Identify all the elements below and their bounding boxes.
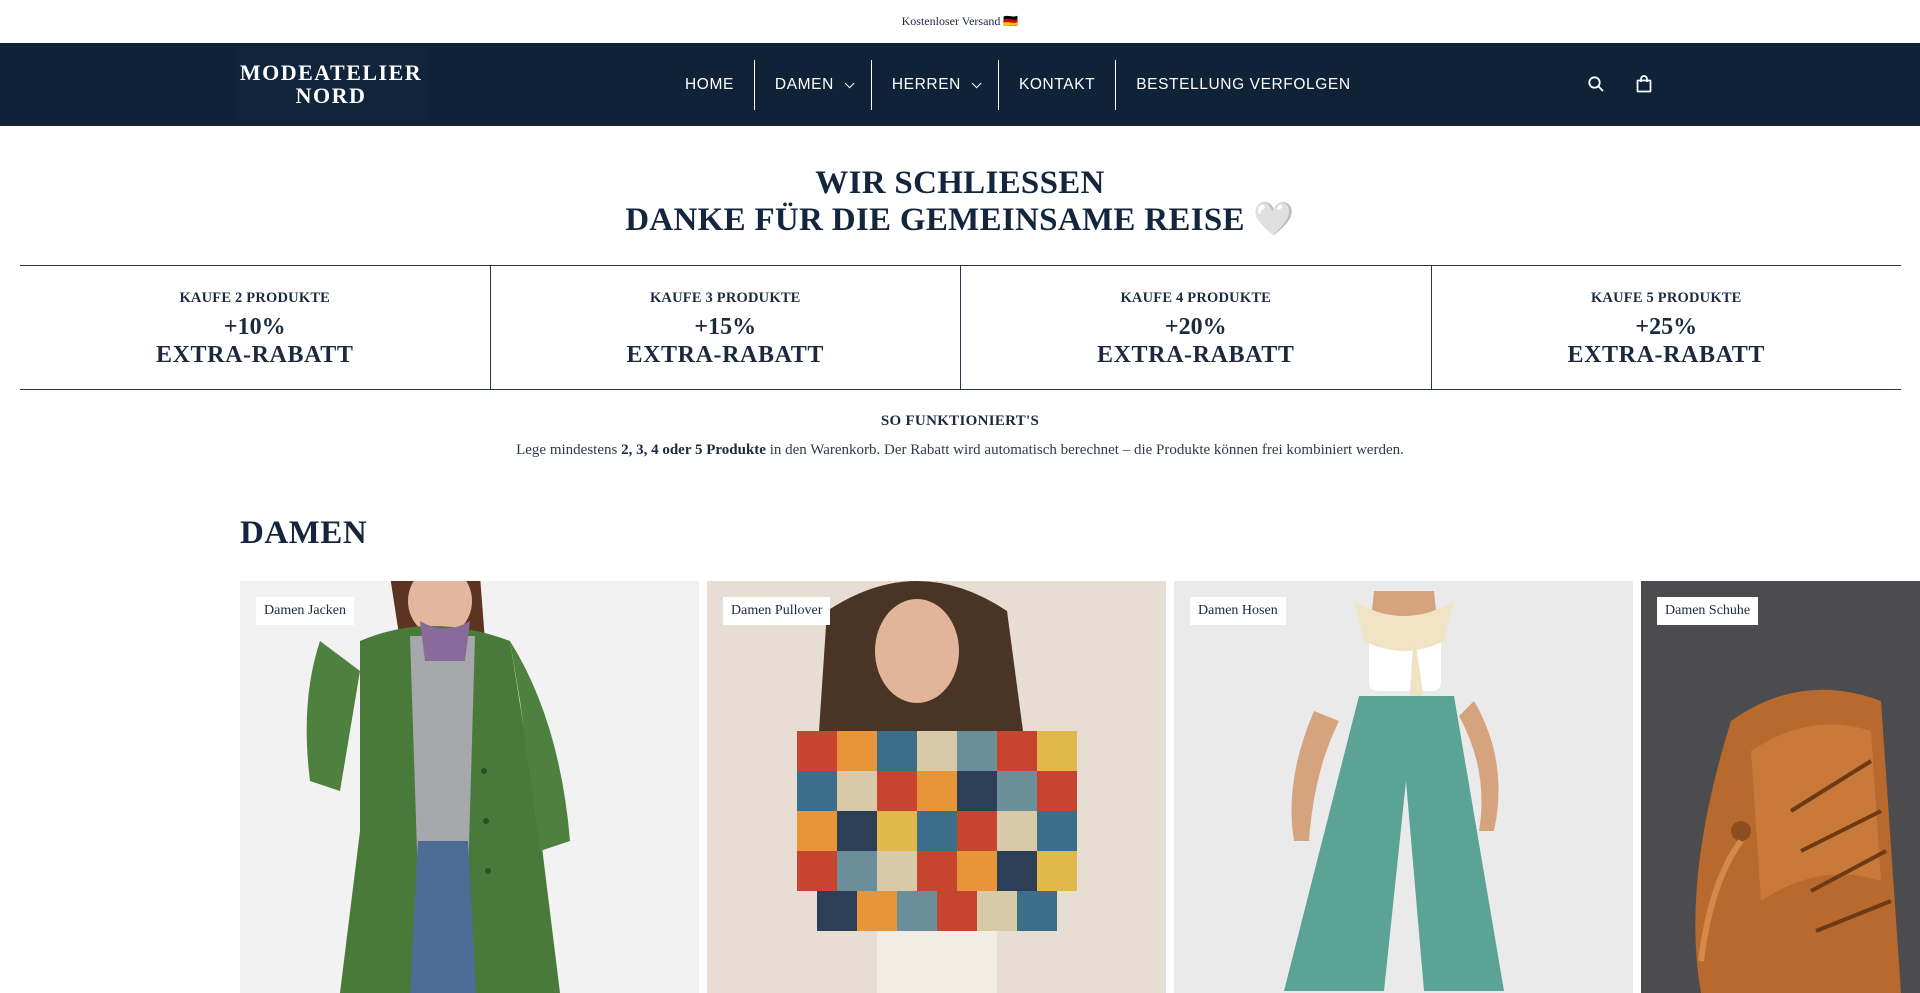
brand-line-2: NORD: [295, 83, 367, 108]
nav-item-damen[interactable]: DAMEN: [753, 60, 871, 110]
nav-label: BESTELLUNG VERFOLGEN: [1136, 76, 1351, 93]
product-image-sweater: [707, 581, 1166, 993]
tier-label: KAUFE 5 PRODUKTE: [1590, 290, 1742, 306]
tier-label: KAUFE 4 PRODUKTE: [1120, 290, 1272, 306]
tier-extra: EXTRA-RABATT: [626, 342, 824, 368]
tier-percent: +10%: [223, 314, 286, 340]
discount-tier: KAUFE 3 PRODUKTE +15% EXTRA-RABATT: [489, 266, 961, 389]
nav-item-home[interactable]: HOME: [665, 60, 754, 110]
closing-hero: WIR SCHLIESSEN DANKE FÜR DIE GEMEINSAME …: [0, 165, 1920, 239]
cart-button[interactable]: [1632, 72, 1656, 96]
how-text-post: in den Warenkorb. Der Rabatt wird automa…: [765, 442, 1404, 458]
card-label: Damen Pullover: [723, 597, 831, 625]
brand-logo[interactable]: MODEATELIER NORD: [236, 49, 426, 119]
primary-nav: HOME DAMEN HERREN KONTAKT BESTELLUNG VER…: [665, 60, 1371, 110]
tier-label: KAUFE 3 PRODUKTE: [649, 290, 801, 306]
category-card-jacken[interactable]: Damen Jacken: [240, 581, 699, 993]
tier-percent: +15%: [694, 314, 757, 340]
announcement-bar: Kostenloser Versand 🇩🇪: [0, 0, 1920, 43]
chevron-down-icon: [844, 77, 855, 88]
brand-line-1: MODEATELIER: [239, 60, 423, 85]
category-card-pullover[interactable]: Damen Pullover: [707, 581, 1166, 993]
nav-item-bestellung-verfolgen[interactable]: BESTELLUNG VERFOLGEN: [1115, 60, 1370, 110]
category-cards: Damen Jacken Damen Pullover Damen Hosen …: [240, 581, 1920, 993]
section-title-damen: DAMEN: [240, 515, 368, 551]
hero-line-1: WIR SCHLIESSEN: [815, 165, 1105, 201]
tier-extra: EXTRA-RABATT: [156, 342, 354, 368]
how-it-works-title: SO FUNKTIONIERT'S: [880, 413, 1040, 429]
product-image-trousers: [1174, 581, 1633, 993]
nav-label: DAMEN: [774, 76, 834, 93]
category-card-schuhe[interactable]: Damen Schuhe: [1641, 581, 1920, 993]
tier-extra: EXTRA-RABATT: [1567, 342, 1765, 368]
card-label: Damen Schuhe: [1657, 597, 1759, 625]
announcement-text: Kostenloser Versand 🇩🇪: [901, 14, 1019, 28]
discount-tiers: KAUFE 2 PRODUKTE +10% EXTRA-RABATT KAUFE…: [20, 265, 1901, 390]
how-it-works-text: Lege mindestens 2, 3, 4 oder 5 Produkte …: [0, 442, 1920, 459]
tier-extra: EXTRA-RABATT: [1097, 342, 1295, 368]
discount-tier: KAUFE 5 PRODUKTE +25% EXTRA-RABATT: [1430, 266, 1902, 389]
discount-tier: KAUFE 4 PRODUKTE +20% EXTRA-RABATT: [960, 266, 1431, 389]
search-button[interactable]: [1584, 72, 1608, 96]
card-label: Damen Hosen: [1190, 597, 1286, 625]
search-icon: [1588, 76, 1604, 92]
product-image-jacket: [240, 581, 699, 993]
product-image-shoes: [1641, 581, 1920, 993]
tier-percent: +20%: [1164, 314, 1227, 340]
header-icons: [1584, 72, 1656, 96]
hero-line-2: DANKE FÜR DIE GEMEINSAME REISE 🤍: [625, 202, 1295, 238]
category-card-hosen[interactable]: Damen Hosen: [1174, 581, 1633, 993]
main-navbar: MODEATELIER NORD HOME DAMEN HERREN KONTA…: [0, 43, 1920, 126]
card-label: Damen Jacken: [256, 597, 355, 625]
how-text-pre: Lege mindestens: [516, 442, 622, 458]
nav-label: HOME: [685, 76, 734, 93]
chevron-down-icon: [971, 77, 982, 88]
tier-percent: +25%: [1635, 314, 1698, 340]
tier-label: KAUFE 2 PRODUKTE: [179, 290, 331, 306]
how-text-bold: 2, 3, 4 oder 5 Produkte: [621, 442, 766, 458]
nav-item-kontakt[interactable]: KONTAKT: [997, 60, 1115, 110]
discount-tier: KAUFE 2 PRODUKTE +10% EXTRA-RABATT: [20, 266, 490, 389]
cart-icon: [1636, 75, 1652, 93]
nav-label: KONTAKT: [1018, 76, 1096, 93]
nav-item-herren[interactable]: HERREN: [870, 60, 998, 110]
nav-label: HERREN: [891, 76, 961, 93]
